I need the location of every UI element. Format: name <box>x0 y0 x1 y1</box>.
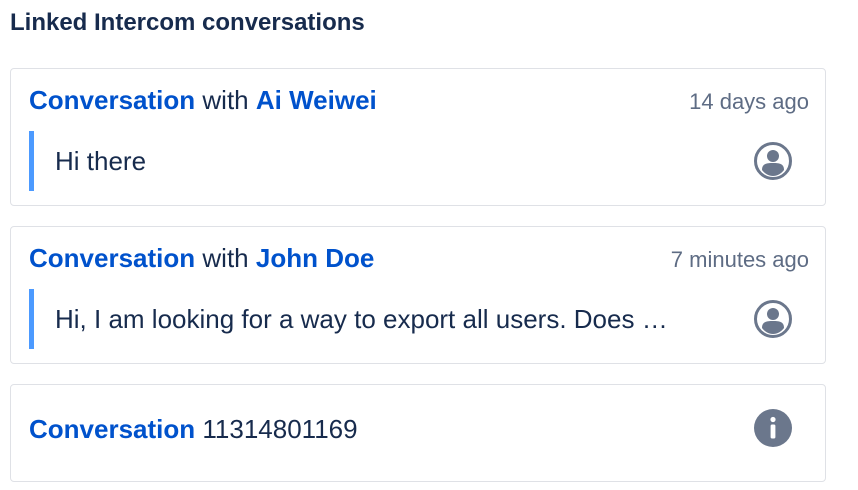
conversation-header: Conversation 11314801169 <box>29 412 809 446</box>
conversation-timestamp: 7 minutes ago <box>670 247 809 272</box>
conversation-link[interactable]: Conversation <box>29 243 195 273</box>
conversation-card: Conversation 11314801169 <box>10 384 826 482</box>
conversation-link[interactable]: Conversation <box>29 414 195 444</box>
conversation-card: Conversation with John Doe 7 minutes ago… <box>10 226 826 364</box>
linked-conversations-panel: Linked Intercom conversations Conversati… <box>0 0 858 490</box>
contact-link[interactable]: John Doe <box>256 243 374 273</box>
conversation-connector: with <box>202 85 249 115</box>
conversation-message: Hi, I am looking for a way to export all… <box>29 289 741 349</box>
user-avatar-icon[interactable] <box>753 141 793 181</box>
conversation-timestamp: 14 days ago <box>689 89 809 114</box>
panel-title: Linked Intercom conversations <box>10 9 365 36</box>
user-avatar-icon[interactable] <box>753 299 793 339</box>
conversation-id: 11314801169 <box>202 414 358 444</box>
conversation-link[interactable]: Conversation <box>29 85 195 115</box>
conversation-connector: with <box>202 243 249 273</box>
contact-link[interactable]: Ai Weiwei <box>256 85 377 115</box>
conversation-card: Conversation with Ai Weiwei 14 days ago … <box>10 68 826 206</box>
info-icon[interactable] <box>753 408 793 448</box>
conversation-message: Hi there <box>29 131 741 191</box>
